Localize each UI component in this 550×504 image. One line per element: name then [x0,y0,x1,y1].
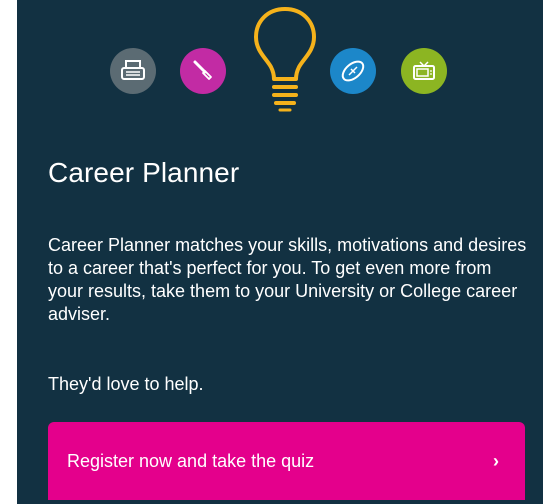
card-title: Career Planner [48,157,240,188]
register-quiz-button-label: Register now and take the quiz [67,450,315,471]
register-quiz-button[interactable]: Register now and take the quiz › [48,422,525,500]
help-text: They'd love to help. [48,374,204,394]
career-icons-row [17,0,543,120]
chevron-right-icon: › [493,450,499,471]
lightbulb-icon [254,7,316,112]
paintbrush-icon [180,48,226,94]
career-planner-card: Career Planner Career Planner matches yo… [17,0,543,504]
typewriter-icon [110,48,156,94]
rugby-ball-icon [330,48,376,94]
card-description: Career Planner matches your skills, moti… [48,235,527,324]
television-icon [401,48,447,94]
